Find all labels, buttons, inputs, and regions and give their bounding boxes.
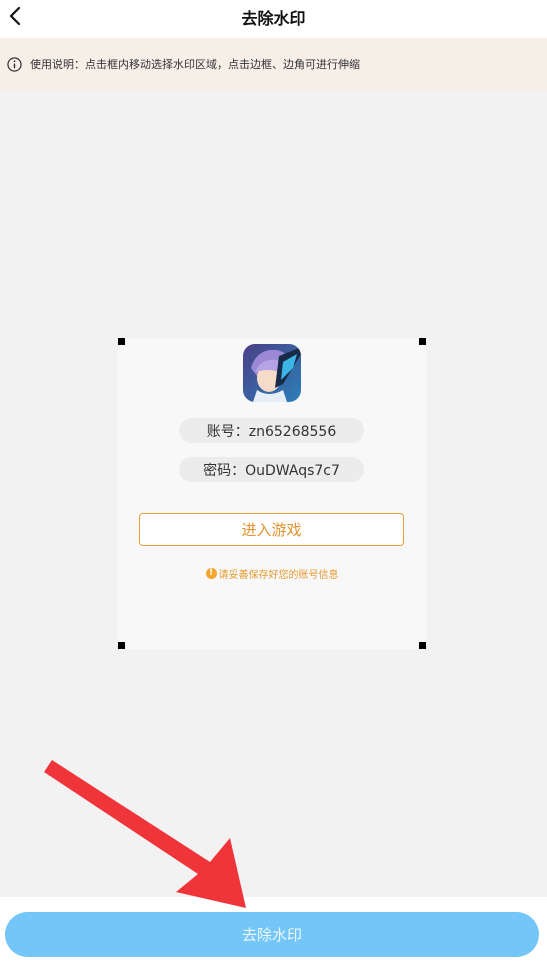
page-title: 去除水印 — [241, 9, 306, 28]
warning-icon: ! — [205, 568, 217, 579]
save-account-tip: ! 请妥善保存好您的账号信息 — [118, 566, 426, 581]
usage-notice: 使用说明：点击框内移动选择水印区域，点击边框、边角可进行伸缩 — [0, 38, 547, 90]
notice-text: 使用说明：点击框内移动选择水印区域，点击边框、边角可进行伸缩 — [30, 58, 360, 71]
resize-handle-top-right[interactable] — [419, 338, 426, 345]
top-bar: 去除水印 — [0, 0, 547, 38]
remove-watermark-button[interactable]: 去除水印 — [5, 912, 539, 957]
resize-handle-bottom-right[interactable] — [419, 642, 426, 649]
game-app-icon — [243, 344, 301, 402]
account-field: 账号：zn65268556 — [179, 418, 364, 443]
resize-handle-bottom-left[interactable] — [118, 642, 125, 649]
watermark-preview-card[interactable]: 账号：zn65268556 密码：OuDWAqs7c7 进入游戏 ! 请妥善保存… — [118, 338, 426, 649]
enter-game-button[interactable]: 进入游戏 — [139, 513, 404, 546]
resize-handle-top-left[interactable] — [118, 338, 125, 345]
password-field: 密码：OuDWAqs7c7 — [179, 457, 364, 482]
info-icon — [7, 56, 22, 72]
tip-text: 请妥善保存好您的账号信息 — [218, 570, 339, 581]
